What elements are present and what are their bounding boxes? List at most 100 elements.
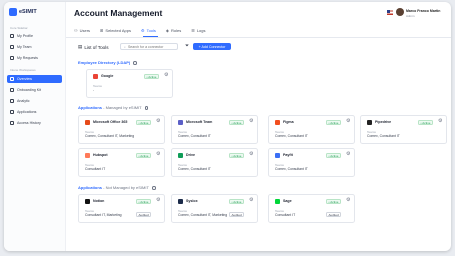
syslox-logo-icon <box>178 199 183 204</box>
gear-icon[interactable]: ⚙ <box>249 119 253 124</box>
gear-icon[interactable]: ⚙ <box>164 73 168 78</box>
tool-teams-value: Comex, Consultant IT, Marketing <box>85 134 135 138</box>
tool-card-notion[interactable]: Notion • Active ⚙ Teams Consultant IT, M… <box>78 194 165 223</box>
tool-name: Syslox <box>186 199 198 203</box>
gear-icon[interactable]: ⚙ <box>249 152 253 157</box>
sidebar-item-applications[interactable]: Applications <box>7 108 62 116</box>
office-logo-icon <box>85 120 90 125</box>
info-icon[interactable] <box>133 61 137 65</box>
user-name[interactable]: Marco Franco Martin <box>406 9 440 13</box>
tool-card-sage[interactable]: Sage • Active ⚙ Teams Consultant IT Audi… <box>268 194 355 223</box>
gear-icon[interactable]: ⚙ <box>346 119 350 124</box>
tool-teams-value: Comex, Consultant IT <box>367 134 400 138</box>
tool-card-microsoft-office-365[interactable]: Microsoft Office 365 • Active ⚙ Teams Co… <box>78 115 165 144</box>
sidebar-item-my-profile[interactable]: My Profile <box>7 32 62 40</box>
search-icon: ⌕ <box>124 44 126 49</box>
gear-icon[interactable]: ⚙ <box>156 152 160 157</box>
tool-card-payfit[interactable]: Payfit • Active ⚙ Teams Comex, Consultan… <box>268 148 355 177</box>
info-icon[interactable] <box>152 186 156 190</box>
language-flag-icon[interactable] <box>387 10 393 15</box>
status-badge: • Active <box>229 198 244 204</box>
tab-label: Roles <box>171 28 182 33</box>
tool-card-syslox[interactable]: Syslox • Active ⚙ Teams Comex, Consultan… <box>171 194 258 223</box>
tool-teams-value: Comex, Consultant IT <box>178 167 211 171</box>
tool-teams-value: Consultant IT, Marketing <box>85 213 122 217</box>
sidebar: eSIMIT Core Sidebar My Profile My Team M… <box>4 2 66 251</box>
tab-tools[interactable]: ⚙ Tools <box>141 28 156 33</box>
section-subtitle: - Managed by eSIMIT <box>103 105 142 110</box>
tab-users[interactable]: ⚇ Users <box>74 28 90 33</box>
logo[interactable]: eSIMIT <box>9 8 37 16</box>
section-title-managed: Applications - Managed by eSIMIT <box>78 105 149 110</box>
search-box[interactable]: ⌕ <box>120 43 178 50</box>
gear-icon[interactable]: ⚙ <box>438 119 442 124</box>
list-title-label: List of Tools <box>84 44 109 50</box>
audited-badge[interactable]: Audited <box>136 212 152 217</box>
tool-card-figma[interactable]: Figma • Active ⚙ Teams Comex, Consultant… <box>268 115 355 144</box>
audited-badge[interactable]: Audited <box>326 212 342 217</box>
search-input[interactable] <box>127 44 174 49</box>
app-window: eSIMIT Core Sidebar My Profile My Team M… <box>4 2 451 251</box>
logo-text: eSIMIT <box>19 9 37 15</box>
inbox-icon <box>10 56 14 60</box>
tool-card-hubspot[interactable]: Hubspot • Active ⚙ Teams Consultant IT <box>78 148 165 177</box>
apps-icon: ⊞ <box>100 28 104 33</box>
tab-label: Logs <box>196 28 206 33</box>
tool-teams-value: Comex, Consultant IT, Marketing <box>178 213 228 217</box>
sidebar-section-label: Core Sidebar <box>10 26 28 30</box>
sidebar-item-my-team[interactable]: My Team <box>7 43 62 51</box>
sage-logo-icon <box>275 199 280 204</box>
tool-name: Drive <box>186 153 195 157</box>
tool-card-drive[interactable]: Drive • Active ⚙ Teams Comex, Consultant… <box>171 148 258 177</box>
payfit-logo-icon <box>275 153 280 158</box>
tool-card-microsoft-team[interactable]: Microsoft Team • Active ⚙ Teams Comex, C… <box>171 115 258 144</box>
audited-badge[interactable]: Audited <box>229 212 245 217</box>
gear-icon[interactable]: ⚙ <box>156 119 160 124</box>
gear-icon[interactable]: ⚙ <box>346 198 350 203</box>
gear-icon[interactable]: ⚙ <box>156 198 160 203</box>
chart-icon <box>10 99 14 103</box>
tools-icon: ⚙ <box>140 28 145 33</box>
sidebar-item-label: Overview <box>17 77 32 81</box>
gear-icon[interactable]: ⚙ <box>249 198 253 203</box>
logo-icon <box>9 8 17 16</box>
user-role: Admin <box>406 13 415 18</box>
tab-bar: ⚇ Users ⊞ Selected Apps ⚙ Tools ◈ Roles … <box>74 28 206 33</box>
roles-icon: ◈ <box>165 28 169 33</box>
tool-card-pipedrive[interactable]: Pipedrive • Active ⚙ Teams Comex, Consul… <box>360 115 447 144</box>
avatar[interactable] <box>396 8 404 16</box>
user-icon: ⚇ <box>74 28 78 33</box>
tool-teams-label: Teams <box>93 84 102 88</box>
tab-logs[interactable]: ☰ Logs <box>191 28 205 33</box>
sidebar-item-access-history[interactable]: Access History <box>7 119 62 127</box>
section-title-label: Applications <box>78 185 103 190</box>
page-title: Account Management <box>74 8 163 18</box>
tool-teams-value: Consultant IT <box>85 167 106 171</box>
rocket-icon <box>10 88 14 92</box>
tab-selected-apps[interactable]: ⊞ Selected Apps <box>100 28 131 33</box>
hubspot-logo-icon <box>85 153 90 158</box>
tool-teams-value: Comex, Consultant IT <box>275 134 308 138</box>
status-badge: • Active <box>418 119 433 125</box>
google-logo-icon <box>93 74 98 79</box>
add-connector-button[interactable]: + Add Connector <box>193 43 231 50</box>
tool-teams-value: Comex, Consultant IT <box>178 134 211 138</box>
sidebar-item-my-requests[interactable]: My Requests <box>7 54 62 62</box>
sidebar-item-analytic[interactable]: Analytic <box>7 97 62 105</box>
section-subtitle: - Not Managed by eSIMIT <box>103 185 149 190</box>
section-title-label: Applications <box>78 105 103 110</box>
filter-icon[interactable]: ⏷ <box>184 43 190 50</box>
sidebar-item-overview[interactable]: Overview <box>7 75 62 83</box>
status-badge: • Active <box>326 119 341 125</box>
info-icon[interactable] <box>144 106 149 110</box>
tab-roles[interactable]: ◈ Roles <box>166 28 181 33</box>
section-title-label: Employee Directory (LDAP) <box>78 60 131 65</box>
pipedrive-logo-icon <box>367 120 372 125</box>
gear-icon[interactable]: ⚙ <box>346 152 350 157</box>
sidebar-item-label: Onboarding Kit <box>17 88 41 92</box>
tool-teams-value: Comex, Consultant IT <box>275 167 308 171</box>
list-icon: ▤ <box>78 44 83 49</box>
figma-logo-icon <box>275 120 280 125</box>
tool-card-google[interactable]: Google • Active ⚙ Teams - <box>86 69 173 98</box>
sidebar-item-onboarding-kit[interactable]: Onboarding Kit <box>7 86 62 94</box>
